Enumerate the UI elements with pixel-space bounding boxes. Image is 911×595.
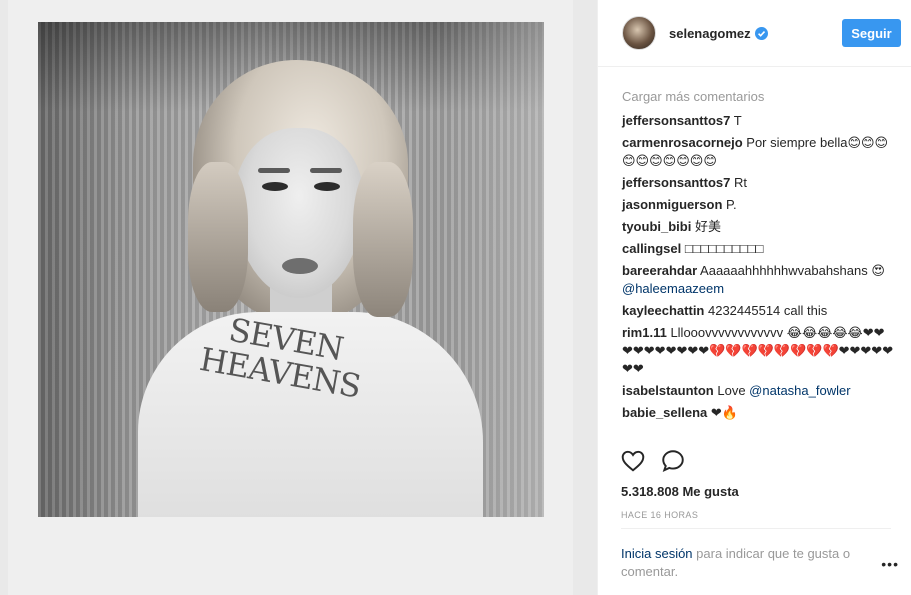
comment: rim1.11 Lllooovvvvvvvvvvvv 😂😂😂😂😂❤❤❤❤❤❤❤❤… (622, 324, 895, 378)
follow-button[interactable]: Seguir (842, 19, 901, 47)
comments-list[interactable]: Cargar más comentarios jeffersonsanttos7… (598, 67, 911, 439)
comment-text: □□□□□□□□□□ (681, 241, 764, 256)
comment-username[interactable]: callingsel (622, 241, 681, 256)
comment-username[interactable]: carmenrosacornejo (622, 135, 743, 150)
avatar[interactable] (622, 16, 656, 50)
post-photo[interactable]: SEVEN HEAVENS (0, 0, 597, 595)
comment-username[interactable]: rim1.11 (622, 325, 667, 340)
comment: jeffersonsanttos7 Rt (622, 174, 895, 192)
comment-text: Rt (730, 175, 747, 190)
verified-badge-icon (754, 26, 768, 40)
comment: jeffersonsanttos7 T (622, 112, 895, 130)
comment: isabelstaunton Love @natasha_fowler (622, 382, 895, 400)
comment: bareerahdar Aaaaaahhhhhhwvabahshans 😍 @h… (622, 262, 895, 298)
post-header: selenagomez Seguir (598, 0, 911, 67)
comment-text: P. (722, 197, 737, 212)
comment-username[interactable]: jeffersonsanttos7 (622, 175, 730, 190)
more-options-icon[interactable]: ••• (881, 556, 899, 572)
comment-text: T (730, 113, 742, 128)
post: SEVEN HEAVENS selenagomez Seguir Cargar … (0, 0, 911, 595)
comment-text: ❤🔥 (707, 405, 738, 420)
post-actions (598, 448, 911, 474)
load-more-comments[interactable]: Cargar más comentarios (622, 89, 895, 104)
login-link[interactable]: Inicia sesión (621, 546, 693, 561)
comment-mention[interactable]: @natasha_fowler (749, 383, 850, 398)
heart-outline-icon[interactable] (620, 448, 646, 474)
comment-username[interactable]: tyoubi_bibi (622, 219, 691, 234)
comment-text: Love (713, 383, 750, 398)
comment: kayleechattin 4232445514 call this (622, 302, 895, 320)
comment-username[interactable]: jasonmiguerson (622, 197, 722, 212)
comment-username[interactable]: bareerahdar (622, 263, 697, 278)
comment: callingsel □□□□□□□□□□ (622, 240, 895, 258)
comment-username[interactable]: jeffersonsanttos7 (622, 113, 730, 128)
comment-username[interactable]: babie_sellena (622, 405, 707, 420)
comment: babie_sellena ❤🔥 (622, 404, 895, 422)
photo-print: SEVEN HEAVENS (38, 22, 544, 517)
speech-bubble-icon[interactable] (660, 448, 686, 474)
comment: jasonmiguerson P. (622, 196, 895, 214)
login-prompt: Inicia sesión para indicar que te gusta … (621, 545, 881, 581)
comment-username[interactable]: isabelstaunton (622, 383, 714, 398)
comment-text: Aaaaaahhhhhhwvabahshans 😍 (697, 263, 885, 278)
post-sidebar: selenagomez Seguir Cargar más comentario… (597, 0, 911, 595)
divider (621, 528, 891, 529)
likes-count[interactable]: 5.318.808 Me gusta (621, 484, 739, 499)
comment: tyoubi_bibi 好美 (622, 218, 895, 236)
post-timestamp[interactable]: HACE 16 HORAS (621, 510, 698, 520)
comment: carmenrosacornejo Por siempre bella😊😊😊😊😊… (622, 134, 895, 170)
comment-mention[interactable]: @haleemaazeem (622, 281, 724, 296)
comment-text: 4232445514 call this (704, 303, 828, 318)
comment-username[interactable]: kayleechattin (622, 303, 704, 318)
polaroid-frame: SEVEN HEAVENS (8, 0, 573, 595)
comment-text: 好美 (691, 219, 721, 234)
username-link[interactable]: selenagomez (669, 26, 751, 41)
